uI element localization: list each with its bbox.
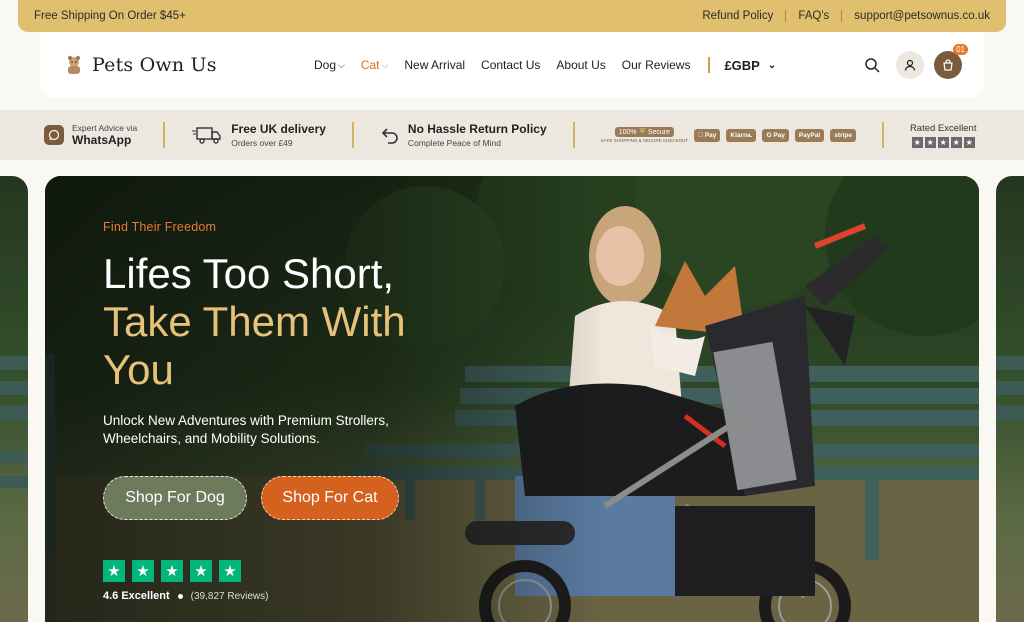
star-icon: ★ <box>911 136 923 148</box>
star-icon: ★ <box>950 136 962 148</box>
secure-payments: 100% ⛨ Secure SAFE SHOPPING & SECURE CHECK… <box>601 127 856 143</box>
bench-image <box>0 356 28 488</box>
site-header: Pets Own Us Dog ⌵ Cat ⌵ New Arrival Contac… <box>40 32 984 98</box>
search-icon[interactable] <box>858 51 886 79</box>
cart-count-badge: 01 <box>953 44 968 55</box>
shop-for-dog-button[interactable]: Shop For Dog <box>103 476 247 520</box>
nav-item-label: Dog <box>314 58 337 72</box>
divider <box>785 10 787 22</box>
divider <box>572 122 575 148</box>
shipping-notice: Free Shipping On Order $45+ <box>34 10 186 22</box>
benefit-line1: Expert Advice via <box>72 123 138 133</box>
hero-cta-group: Shop For Dog Shop For Cat <box>103 476 483 520</box>
topbar-links: Refund Policy FAQ's support@petsownus.co… <box>690 10 990 22</box>
returns-benefit: No Hassle Return Policy Complete Peace o… <box>380 122 547 148</box>
headline-line1: Lifes Too Short, <box>103 250 395 297</box>
rating-score: 4.6 Excellent <box>103 590 170 602</box>
support-email-link[interactable]: support@petsownus.co.uk <box>842 10 990 22</box>
divider <box>163 122 166 148</box>
currency-label: £GBP <box>724 57 760 73</box>
star-icon: ★ <box>937 136 949 148</box>
site-logo[interactable]: Pets Own Us <box>62 53 302 77</box>
rating-stars: ★ ★ ★ ★ ★ <box>911 136 975 148</box>
benefit-line1: No Hassle Return Policy <box>407 122 547 136</box>
shop-for-cat-button[interactable]: Shop For Cat <box>261 476 399 520</box>
divider <box>351 122 354 148</box>
currency-selector[interactable]: £GBP ⌄ <box>720 58 776 73</box>
review-count: (39,827 Reviews) <box>190 590 269 602</box>
hero-description: Unlock New Adventures with Premium Strol… <box>103 413 389 446</box>
star-icon: ★ <box>103 560 125 582</box>
headline-line2: Take Them With <box>103 298 406 345</box>
benefit-line2: Complete Peace of Mind <box>407 138 501 148</box>
hero-headline: Lifes Too Short, Take Them With You <box>103 250 483 394</box>
benefits-strip: Expert Advice via WhatsApp Free UK deliv… <box>0 110 1024 160</box>
nav-item-label: Cat <box>360 58 380 72</box>
nav-item-new-arrival[interactable]: New Arrival <box>396 58 473 72</box>
nav-item-about-us[interactable]: About Us <box>548 58 613 72</box>
secure-badge: 100% ⛨ Secure SAFE SHOPPING & SECURE CHECK… <box>600 127 689 143</box>
logo-text: Pets Own Us <box>92 54 217 76</box>
paypal-logo: PayPal <box>794 128 825 142</box>
bench-image <box>996 356 1024 420</box>
rated-label: Rated Excellent <box>903 122 977 134</box>
nav-item-our-reviews[interactable]: Our Reviews <box>614 58 699 72</box>
hero-eyebrow: Find Their Freedom <box>103 220 217 234</box>
carousel-prev-slide[interactable] <box>0 176 28 622</box>
divider <box>881 122 884 148</box>
user-icon[interactable] <box>896 51 924 79</box>
star-icon: ★ <box>161 560 183 582</box>
nav-item-contact-us[interactable]: Contact Us <box>473 58 548 72</box>
trustpilot-rating[interactable]: ★ ★ ★ ★ ★ 4.6 Excellent (39,827 Reviews) <box>103 560 483 602</box>
divider <box>841 10 843 22</box>
stripe-logo: stripe <box>830 128 856 142</box>
rated-excellent: Rated Excellent ★ ★ ★ ★ ★ <box>903 122 977 148</box>
delivery-benefit: Free UK delivery Orders over £49 <box>191 122 326 148</box>
cart-icon[interactable]: 01 <box>934 44 968 79</box>
benefit-line1: Free UK delivery <box>231 122 326 136</box>
whatsapp-icon <box>44 125 64 145</box>
refund-policy-link[interactable]: Refund Policy <box>690 10 785 22</box>
nav-divider <box>708 57 711 73</box>
nav-item-dog[interactable]: Dog ⌵ <box>306 58 353 72</box>
main-nav: Dog ⌵ Cat ⌵ New Arrival Contact Us About U… <box>306 57 776 73</box>
chevron-down-icon: ⌵ <box>381 59 389 70</box>
trustpilot-summary: 4.6 Excellent (39,827 Reviews) <box>103 590 483 602</box>
shield-icon: ⛨ <box>639 128 645 135</box>
carousel-next-slide[interactable] <box>996 176 1024 622</box>
trustpilot-stars: ★ ★ ★ ★ ★ <box>103 560 483 582</box>
announcement-bar: Free Shipping On Order $45+ Refund Polic… <box>18 0 1006 32</box>
nav-item-cat[interactable]: Cat ⌵ <box>353 58 397 72</box>
secure-percent: 100% <box>618 128 637 136</box>
google-pay-logo: G Pay <box>762 128 789 142</box>
whatsapp-benefit[interactable]: Expert Advice via WhatsApp <box>44 123 137 147</box>
headline-line3: You <box>103 346 174 393</box>
star-icon: ★ <box>963 136 975 148</box>
secure-word: Secure <box>647 128 671 136</box>
star-icon: ★ <box>219 560 241 582</box>
pet-logo-icon <box>68 56 80 74</box>
hero-content: Find Their Freedom Lifes Too Short, Take… <box>103 220 483 602</box>
bullet-dot <box>177 593 183 599</box>
benefit-line2: WhatsApp <box>72 133 132 147</box>
return-arrow-icon <box>381 128 398 144</box>
truck-icon <box>192 127 221 144</box>
klarna-logo: Klarna. <box>726 128 757 142</box>
secure-subtext: SAFE SHOPPING & SECURE CHECKOUT <box>600 138 689 143</box>
chevron-down-icon: ⌵ <box>338 59 345 70</box>
header-actions: 01 <box>858 44 968 79</box>
star-icon: ★ <box>924 136 936 148</box>
chevron-down-icon: ⌄ <box>767 59 777 71</box>
benefit-line2: Orders over £49 <box>231 138 293 148</box>
star-icon: ★ <box>190 560 212 582</box>
faqs-link[interactable]: FAQ's <box>786 10 841 22</box>
star-icon: ★ <box>132 560 154 582</box>
apple-pay-logo:  Pay <box>694 128 721 142</box>
hero-banner: Find Their Freedom Lifes Too Short, Take… <box>45 176 979 622</box>
